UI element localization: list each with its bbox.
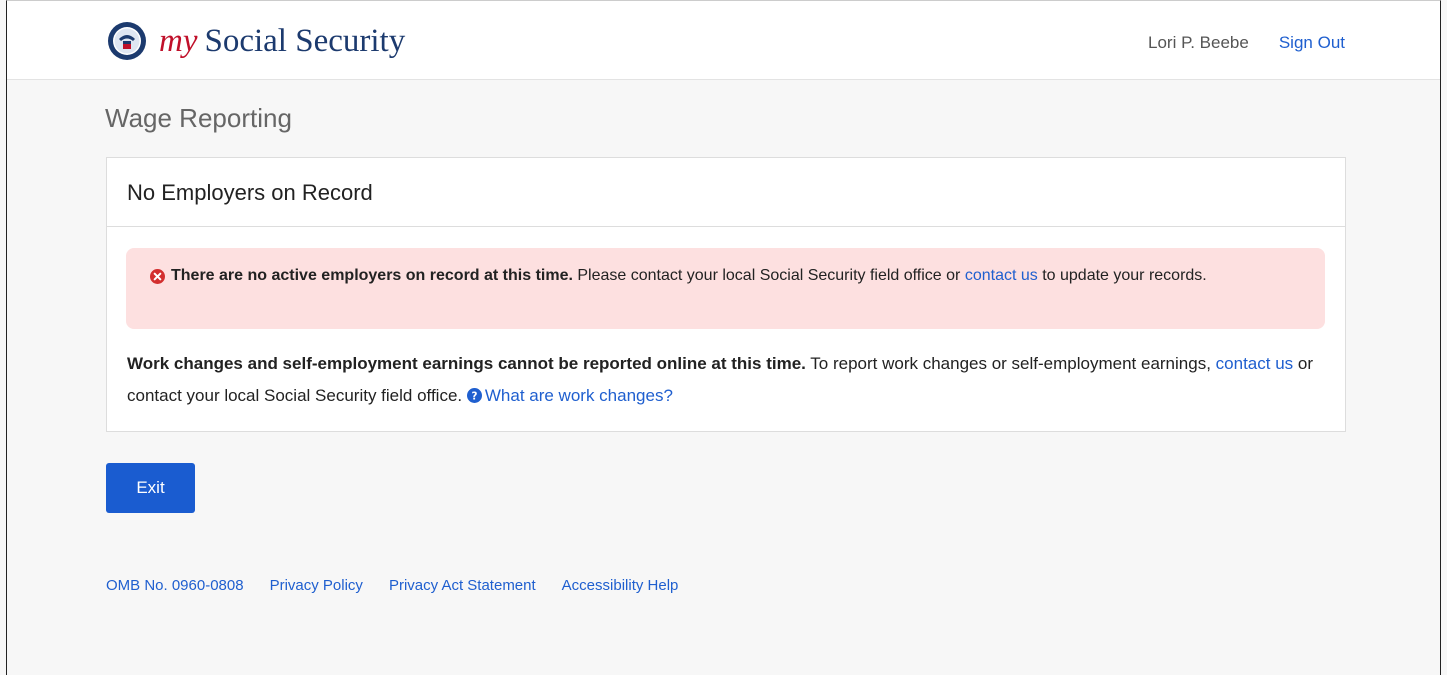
contact-us-link[interactable]: contact us <box>1216 354 1294 373</box>
brand-title: my Social Security <box>159 22 406 59</box>
work-changes-help-label: What are work changes? <box>484 386 673 405</box>
footer-link-privacy-policy[interactable]: Privacy Policy <box>270 577 363 594</box>
notice-text: To report work changes or self-employmen… <box>805 354 1216 373</box>
exit-button[interactable]: Exit <box>106 463 195 513</box>
browser-frame: my Social Security Lori P. Beebe Sign Out… <box>6 0 1441 675</box>
error-circle-icon <box>150 269 165 289</box>
work-changes-notice: Work changes and self-employment earning… <box>127 348 1327 414</box>
footer-link-privacy-act[interactable]: Privacy Act Statement <box>389 577 536 594</box>
error-alert: There are no active employers on record … <box>126 248 1325 329</box>
employers-panel: No Employers on Record There are no acti… <box>106 157 1346 432</box>
brand-name: Social Security <box>204 22 406 59</box>
user-name: Lori P. Beebe <box>1148 33 1249 52</box>
panel-header: No Employers on Record <box>107 158 1345 227</box>
footer-links: OMB No. 0960-0808 Privacy Policy Privacy… <box>106 577 678 594</box>
contact-us-link-alert[interactable]: contact us <box>965 267 1038 284</box>
ssa-seal-icon <box>107 21 147 61</box>
svg-text:?: ? <box>471 391 477 403</box>
top-header: my Social Security Lori P. Beebe Sign Out <box>7 1 1440 80</box>
notice-bold-text: Work changes and self-employment earning… <box>127 354 806 373</box>
alert-text-end: to update your records. <box>1037 267 1207 284</box>
question-circle-icon: ? <box>466 382 482 414</box>
footer-link-accessibility[interactable]: Accessibility Help <box>562 577 679 594</box>
panel-title: No Employers on Record <box>127 180 373 205</box>
alert-text: Please contact your local Social Securit… <box>572 267 965 284</box>
user-area: Lori P. Beebe Sign Out <box>1148 33 1345 53</box>
ssa-logo[interactable]: my Social Security <box>107 21 405 61</box>
brand-prefix: my <box>159 22 198 59</box>
alert-bold-text: There are no active employers on record … <box>171 267 573 284</box>
footer-link-omb[interactable]: OMB No. 0960-0808 <box>106 577 244 594</box>
page-title: Wage Reporting <box>105 103 292 133</box>
work-changes-help-link[interactable]: ? What are work changes? <box>466 386 673 405</box>
sign-out-link[interactable]: Sign Out <box>1279 33 1345 53</box>
